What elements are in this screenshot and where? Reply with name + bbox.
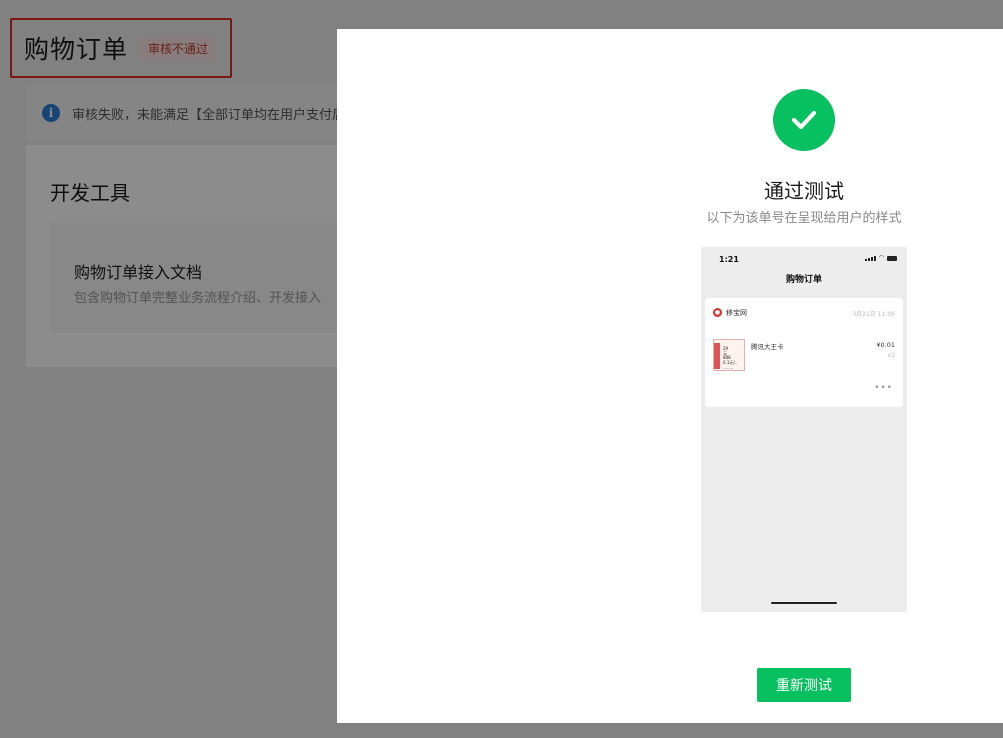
modal-subtitle: 以下为该单号在呈现给用户的样式 (706, 211, 902, 226)
more-icon: ••• (874, 383, 893, 393)
check-icon (773, 89, 835, 151)
shop-name: 移宝网 (726, 309, 747, 317)
phone-screen-title: 购物订单 (785, 275, 822, 285)
product-thumbnail: 29 元 888 0.1元/.. ........ (713, 339, 745, 371)
shop-logo-icon: ● (713, 308, 722, 317)
battery-icon (887, 255, 897, 261)
thumb-strip (714, 343, 720, 369)
order-date: 3月21日 11:06 (852, 311, 895, 318)
product-price: ¥0.01 (876, 341, 895, 349)
phone-time: 1:21 (719, 255, 739, 264)
phone-preview: 1:21 ◠ 购物订单 ● 移宝网 3月21日 11:06 29 元 888 0… (701, 247, 907, 612)
check-icon-glyph (791, 110, 817, 130)
home-indicator (771, 602, 837, 604)
signal-icon (864, 255, 876, 261)
wifi-icon: ◠ (878, 254, 884, 261)
phone-status-icons: ◠ (864, 254, 897, 261)
thumb-line: ........ (723, 365, 734, 370)
retest-button[interactable]: 重新测试 (757, 668, 851, 702)
product-quantity: x1 (887, 352, 895, 359)
product-name: 腾讯大王卡 (751, 343, 784, 351)
page: 购物订单 审核不通过 i 审核失败，未能满足【全部订单均在用户支付后 开发工具 … (0, 0, 1003, 738)
order-card: ● 移宝网 3月21日 11:06 29 元 888 0.1元/.. .....… (705, 298, 903, 407)
modal-title: 通过测试 (764, 179, 844, 203)
test-result-modal: 通过测试 以下为该单号在呈现给用户的样式 1:21 ◠ 购物订单 ● 移宝网 3… (337, 29, 1003, 723)
